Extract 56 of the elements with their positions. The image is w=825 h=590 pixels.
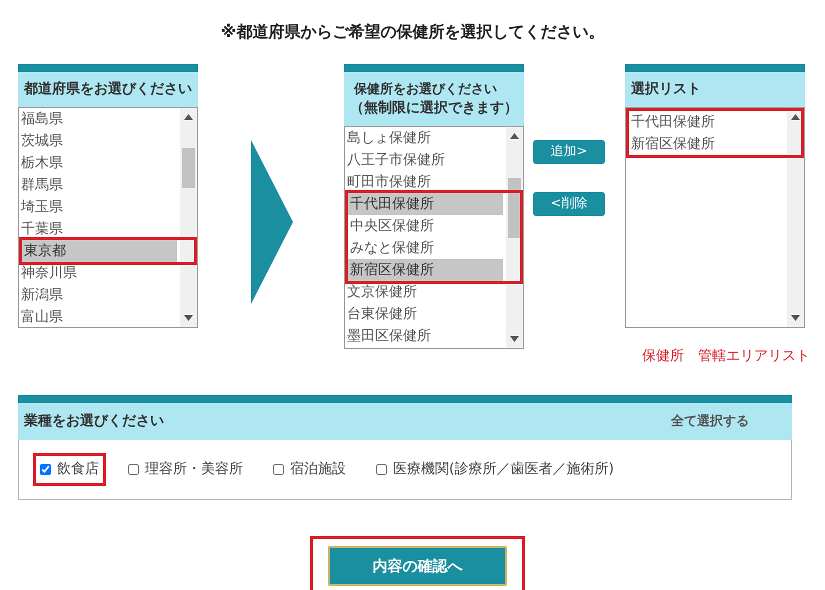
scroll-bar[interactable] (506, 127, 523, 348)
list-item[interactable]: 町田市保健所 (345, 171, 506, 193)
checkbox-option[interactable]: 宿泊施設 (269, 457, 350, 482)
add-button[interactable]: 追加> (533, 140, 605, 164)
list-item[interactable]: 茨城県 (19, 130, 180, 152)
list-item[interactable]: 栃木県 (19, 152, 180, 174)
remove-button[interactable]: <削除 (533, 192, 605, 216)
list-box[interactable]: 千代田保健所 新宿区保健所 (625, 107, 805, 328)
list-item[interactable]: 島しょ保健所 (345, 127, 506, 149)
list-item[interactable]: 東京都 (22, 240, 177, 262)
scroll-thumb[interactable] (182, 148, 195, 188)
list-item[interactable]: 八王子市保健所 (345, 149, 506, 171)
list-box[interactable]: 福島県 茨城県 栃木県 群馬県 埼玉県 千葉県 東京都 神奈川県 新潟県 富山県 (18, 107, 198, 328)
checkbox-option[interactable]: 医療機関(診療所／歯医者／施術所) (372, 457, 618, 482)
list-box[interactable]: 島しょ保健所 八王子市保健所 町田市保健所 千代田保健所 中央区保健所 みなと保健所 新宿区保健所 文京保健所 台東保健所 墨田区保健所 (344, 126, 524, 349)
checkbox[interactable] (376, 464, 387, 475)
panel-title: 保健所をお選びください (352, 81, 498, 99)
list-item[interactable]: 墨田区保健所 (345, 325, 506, 347)
panel-title: 選択リスト (631, 80, 702, 99)
link[interactable]: 管轄エリアリスト (698, 346, 810, 367)
checkbox[interactable] (128, 464, 139, 475)
list-item[interactable]: 台東保健所 (345, 303, 506, 325)
list-item[interactable]: 群馬県 (19, 174, 180, 196)
panel-subtitle: （無制限に選択できます） (350, 99, 518, 118)
select-all-link[interactable]: 全て選択する (671, 412, 749, 431)
list-item[interactable]: 福島県 (19, 108, 180, 130)
scroll-up-icon[interactable] (791, 114, 800, 120)
link[interactable]: 保健所 (642, 346, 684, 367)
list-item[interactable]: 中央区保健所 (348, 215, 506, 237)
scroll-up-icon[interactable] (510, 133, 519, 139)
scroll-down-icon[interactable] (791, 315, 800, 321)
scroll-down-icon[interactable] (184, 315, 193, 321)
list-item[interactable]: みなと保健所 (348, 237, 506, 259)
list-item[interactable]: 新宿区保健所 (629, 133, 787, 155)
checkbox[interactable] (273, 464, 284, 475)
checkbox-option[interactable]: 理容所・美容所 (124, 457, 247, 482)
list-item[interactable]: 千代田保健所 (348, 193, 503, 215)
list-item[interactable]: 富山県 (19, 306, 180, 328)
panel-title: 業種をお選びください (24, 412, 164, 431)
list-item[interactable]: 千代田保健所 (629, 111, 787, 133)
checkbox[interactable] (40, 464, 51, 475)
panel-title: 都道府県をお選びください (24, 80, 192, 99)
list-item[interactable]: 新潟県 (19, 284, 180, 306)
page-heading: ※都道府県からご希望の保健所を選択してください。 (220, 21, 606, 43)
list-item[interactable]: 新宿区保健所 (348, 259, 503, 281)
list-item[interactable]: 埼玉県 (19, 196, 180, 218)
scroll-down-icon[interactable] (510, 336, 519, 342)
scroll-bar[interactable] (180, 108, 197, 327)
triangle-arrow-icon (251, 140, 293, 304)
confirm-button[interactable]: 内容の確認へ (328, 546, 507, 586)
scroll-up-icon[interactable] (184, 114, 193, 120)
list-item[interactable]: 文京保健所 (345, 281, 506, 303)
list-item[interactable]: 神奈川県 (19, 262, 180, 284)
list-item[interactable]: 千葉県 (19, 218, 180, 240)
checkbox-option[interactable]: 飲食店 (33, 453, 106, 486)
scroll-bar[interactable] (787, 108, 804, 327)
